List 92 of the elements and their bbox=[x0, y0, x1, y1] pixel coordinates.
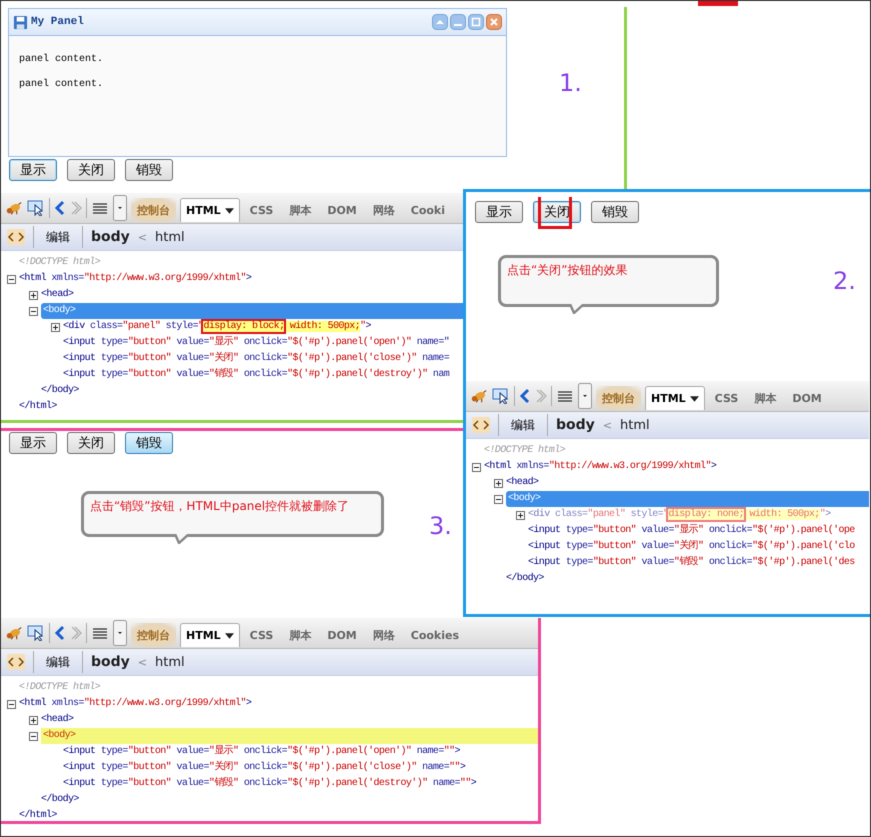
page-button[interactable]: 关闭 bbox=[67, 159, 115, 181]
code-line[interactable]: <head> bbox=[506, 475, 538, 491]
code-line[interactable]: </body> bbox=[506, 571, 544, 587]
breadcrumb-item[interactable]: html bbox=[155, 654, 185, 670]
annotation-mark bbox=[698, 1, 738, 6]
step-number: 3. bbox=[429, 512, 452, 540]
code-line[interactable]: </body> bbox=[41, 383, 79, 399]
page-button[interactable]: 销毁 bbox=[125, 432, 173, 454]
devtools-tab[interactable]: CSS bbox=[708, 386, 744, 410]
back-icon[interactable] bbox=[54, 200, 66, 216]
collapse-toggle-icon[interactable] bbox=[7, 700, 16, 708]
bug-icon[interactable] bbox=[5, 625, 23, 641]
code-line[interactable]: <input type="button" value="销毁" onclick="$('#p').panel('destroy')" nam bbox=[63, 367, 450, 383]
page-button[interactable]: 销毁 bbox=[591, 201, 639, 223]
devtools-tab[interactable]: Cooki bbox=[404, 198, 452, 222]
devtools-tab[interactable]: CSS bbox=[244, 623, 280, 647]
expand-toggle-icon[interactable] bbox=[29, 716, 38, 724]
expand-toggle-icon[interactable] bbox=[516, 510, 525, 520]
devtools-tab[interactable]: 脚本 bbox=[748, 386, 782, 410]
devtools-tab[interactable]: 网络 bbox=[366, 198, 401, 222]
page-button[interactable]: 关闭 bbox=[67, 432, 115, 454]
collapse-toggle-icon[interactable] bbox=[7, 274, 16, 284]
breadcrumb-item[interactable]: html bbox=[620, 418, 650, 432]
code-line[interactable]: <html xmlns="http://www.w3.org/1999/xhtml"> bbox=[19, 271, 252, 287]
back-icon[interactable] bbox=[54, 625, 66, 641]
devtools-tab[interactable]: DOM bbox=[786, 386, 828, 410]
back-icon[interactable] bbox=[519, 388, 531, 404]
inspect-icon[interactable] bbox=[27, 625, 45, 641]
close-icon[interactable] bbox=[486, 14, 502, 30]
devtools-tab[interactable]: DOM bbox=[321, 623, 363, 647]
page-button[interactable]: 显示 bbox=[475, 201, 523, 223]
code-line[interactable]: <input type="button" value="关闭" onclick="$('#p').panel('close')" name= bbox=[63, 351, 450, 367]
devtools-tab[interactable]: HTML bbox=[645, 386, 705, 410]
caret-icon bbox=[224, 208, 234, 214]
bug-icon[interactable] bbox=[5, 200, 23, 216]
breadcrumb-item[interactable]: body bbox=[556, 417, 595, 433]
devtools-tab[interactable]: HTML bbox=[180, 198, 240, 222]
code-line[interactable]: <head> bbox=[41, 287, 74, 303]
devtools-tab[interactable]: Cookies bbox=[404, 623, 466, 647]
page-button[interactable]: 显示 bbox=[9, 159, 57, 181]
devtools-tab[interactable]: CSS bbox=[244, 198, 280, 222]
breadcrumb-separator: < bbox=[602, 418, 612, 432]
breadcrumb-separator: < bbox=[138, 656, 148, 668]
edit-button[interactable]: 编辑 bbox=[507, 416, 539, 434]
code-line[interactable]: <input type="button" value="显示" onclick="$('#p').panel('ope bbox=[528, 523, 855, 539]
code-line[interactable]: <input type="button" value="显示" onclick="$('#p').panel('open')" name=" bbox=[63, 335, 450, 351]
collapse-toggle-icon[interactable] bbox=[29, 306, 38, 316]
page-button[interactable]: 显示 bbox=[9, 432, 57, 454]
devtools-tab[interactable]: 网络 bbox=[366, 623, 401, 647]
panel-text: panel content. bbox=[19, 79, 104, 90]
code-line[interactable]: <input type="button" value="销毁" onclick="$('#p').panel('des bbox=[528, 555, 855, 571]
breadcrumb-separator: < bbox=[138, 230, 148, 244]
code-line[interactable]: <html xmlns="http://www.w3.org/1999/xhtml"> bbox=[484, 459, 716, 475]
code-line[interactable]: </html> bbox=[19, 399, 57, 415]
breadcrumb-item[interactable]: body bbox=[91, 654, 130, 670]
code-line[interactable]: </html> bbox=[19, 808, 57, 821]
speech-bubble: 点击“关闭”按钮的效果 bbox=[498, 255, 719, 307]
page-button[interactable]: 销毁 bbox=[125, 159, 173, 181]
devtools-tab[interactable]: 脚本 bbox=[283, 198, 318, 222]
devtools-tab[interactable]: DOM bbox=[321, 198, 363, 222]
code-line[interactable]: <input type="button" value="显示" onclick="$('#p').panel('open')" name=""> bbox=[63, 744, 460, 760]
devtools-tab[interactable]: 脚本 bbox=[283, 623, 318, 647]
breadcrumb-item[interactable]: body bbox=[91, 229, 130, 245]
collapse-toggle-icon[interactable] bbox=[29, 732, 38, 740]
code-line[interactable]: <input type="button" value="销毁" onclick="$('#p').panel('destroy')" name=""> bbox=[63, 776, 476, 792]
code-line[interactable]: <head> bbox=[41, 712, 74, 728]
devtools-tab[interactable]: HTML bbox=[180, 623, 240, 647]
expand-toggle-icon[interactable] bbox=[51, 322, 60, 332]
caret-icon bbox=[690, 396, 699, 402]
caret-icon bbox=[224, 632, 234, 638]
edit-button[interactable]: 编辑 bbox=[42, 228, 74, 246]
code-icon[interactable] bbox=[472, 417, 490, 433]
expand-toggle-icon[interactable] bbox=[29, 290, 38, 300]
step-number: 1. bbox=[559, 69, 582, 97]
panel-title: My Panel bbox=[31, 16, 85, 28]
code-line[interactable]: <input type="button" value="关闭" onclick="$('#p').panel('close')" name=""> bbox=[63, 760, 466, 776]
collapse-toggle-icon[interactable] bbox=[494, 494, 503, 504]
code-line[interactable]: </body> bbox=[41, 792, 79, 808]
expand-toggle-icon[interactable] bbox=[494, 478, 503, 488]
inspect-icon[interactable] bbox=[27, 200, 45, 216]
bug-icon[interactable] bbox=[470, 388, 488, 404]
collapse-toggle-icon[interactable] bbox=[472, 462, 481, 472]
code-line[interactable]: <html xmlns="http://www.w3.org/1999/xhtml"> bbox=[19, 696, 252, 712]
step-number: 2. bbox=[833, 267, 856, 295]
edit-button[interactable]: 编辑 bbox=[42, 654, 74, 670]
breadcrumb-item[interactable]: html bbox=[155, 230, 185, 244]
panel-text: panel content. bbox=[19, 54, 104, 65]
inspect-icon[interactable] bbox=[492, 388, 510, 404]
speech-bubble: 点击“销毁”按钮，HTML中panel控件就被删除了 bbox=[81, 491, 384, 537]
code-line[interactable]: <input type="button" value="关闭" onclick="$('#p').panel('clo bbox=[528, 539, 855, 555]
code-icon[interactable] bbox=[7, 229, 25, 245]
code-icon[interactable] bbox=[7, 654, 25, 670]
